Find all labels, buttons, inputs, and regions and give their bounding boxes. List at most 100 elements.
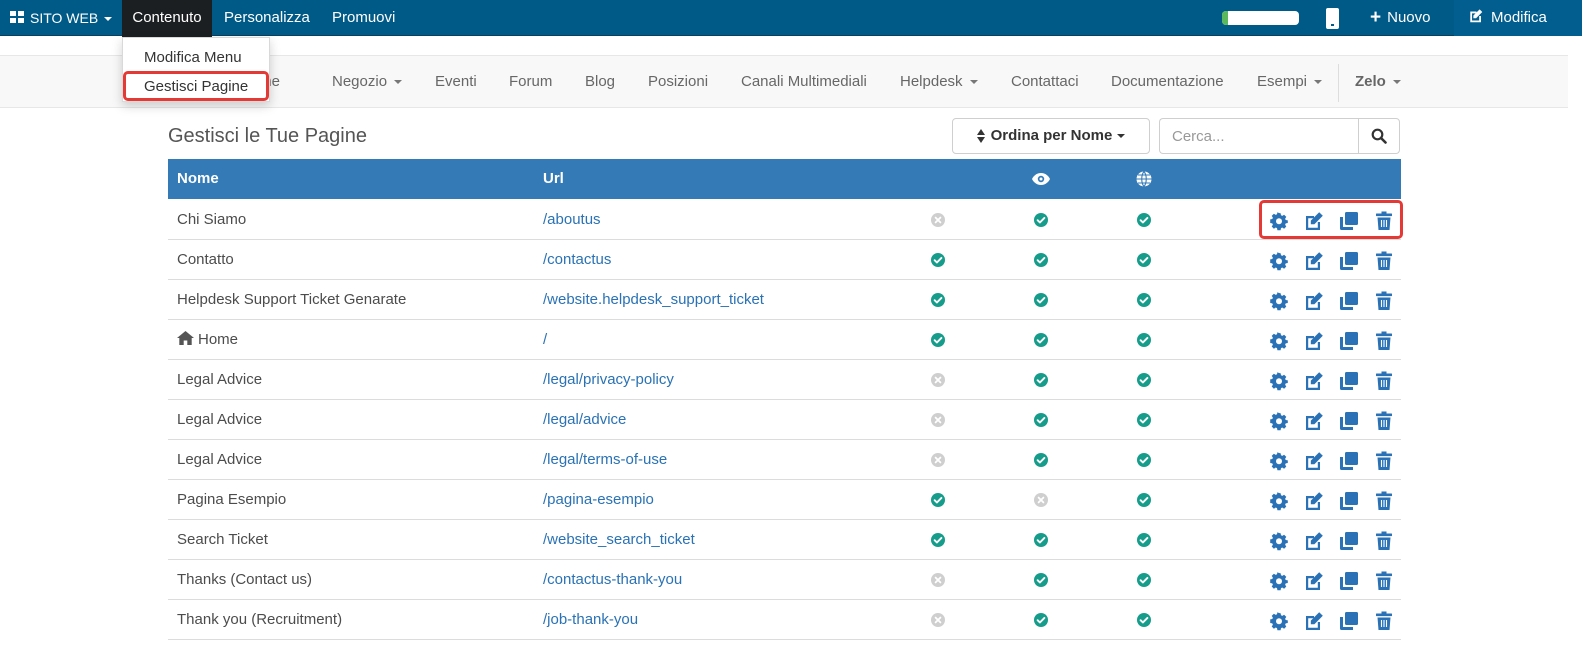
check-circle-icon[interactable] — [1034, 453, 1048, 467]
page-url-link[interactable]: /aboutus — [543, 200, 601, 239]
edit-icon[interactable] — [1303, 450, 1325, 472]
mobile-preview-icon[interactable] — [1326, 8, 1339, 29]
publish-toggle[interactable] — [1222, 11, 1299, 25]
trash-icon[interactable] — [1373, 410, 1395, 432]
edit-icon[interactable] — [1303, 290, 1325, 312]
page-url-link[interactable]: /contactus-thank-you — [543, 560, 682, 599]
nav-item-esempi[interactable]: Esempi — [1257, 56, 1323, 107]
gear-icon[interactable] — [1268, 330, 1290, 352]
copy-icon[interactable] — [1338, 530, 1360, 552]
edit-button[interactable]: Modifica — [1454, 0, 1582, 36]
check-circle-icon[interactable] — [931, 533, 945, 547]
x-circle-icon[interactable] — [931, 413, 945, 427]
copy-icon[interactable] — [1338, 490, 1360, 512]
gear-icon[interactable] — [1268, 450, 1290, 472]
trash-icon[interactable] — [1373, 530, 1395, 552]
copy-icon[interactable] — [1338, 450, 1360, 472]
edit-icon[interactable] — [1303, 570, 1325, 592]
new-button[interactable]: + Nuovo — [1370, 0, 1430, 36]
page-url-link[interactable]: /pagina-esempio — [543, 480, 654, 519]
check-circle-icon[interactable] — [931, 333, 945, 347]
trash-icon[interactable] — [1373, 610, 1395, 632]
nav-item-negozio[interactable]: Negozio — [332, 56, 403, 107]
check-circle-icon[interactable] — [931, 493, 945, 507]
copy-icon[interactable] — [1338, 570, 1360, 592]
trash-icon[interactable] — [1373, 490, 1395, 512]
gear-icon[interactable] — [1268, 290, 1290, 312]
page-url-link[interactable]: / — [543, 320, 547, 359]
gear-icon[interactable] — [1268, 370, 1290, 392]
trash-icon[interactable] — [1373, 290, 1395, 312]
check-circle-icon[interactable] — [1034, 373, 1048, 387]
gear-icon[interactable] — [1268, 530, 1290, 552]
column-header-nome[interactable]: Nome — [177, 159, 219, 199]
copy-icon[interactable] — [1338, 370, 1360, 392]
gear-icon[interactable] — [1268, 570, 1290, 592]
copy-icon[interactable] — [1338, 610, 1360, 632]
check-circle-icon[interactable] — [1034, 413, 1048, 427]
page-url-link[interactable]: /legal/terms-of-use — [543, 440, 667, 479]
edit-icon[interactable] — [1303, 490, 1325, 512]
copy-icon[interactable] — [1338, 250, 1360, 272]
nav-item-eventi[interactable]: Eventi — [435, 56, 477, 107]
check-circle-icon[interactable] — [1137, 493, 1151, 507]
check-circle-icon[interactable] — [1034, 533, 1048, 547]
edit-icon[interactable] — [1303, 250, 1325, 272]
edit-icon[interactable] — [1303, 610, 1325, 632]
page-url-link[interactable]: /legal/privacy-policy — [543, 360, 674, 399]
x-circle-icon[interactable] — [931, 573, 945, 587]
gear-icon[interactable] — [1268, 610, 1290, 632]
check-circle-icon[interactable] — [1137, 453, 1151, 467]
check-circle-icon[interactable] — [1034, 333, 1048, 347]
nav-item-helpdesk[interactable]: Helpdesk — [900, 56, 978, 107]
check-circle-icon[interactable] — [1034, 293, 1048, 307]
check-circle-icon[interactable] — [1137, 293, 1151, 307]
trash-icon[interactable] — [1373, 250, 1395, 272]
nav-item-forum[interactable]: Forum — [509, 56, 552, 107]
trash-icon[interactable] — [1373, 370, 1395, 392]
page-url-link[interactable]: /website_search_ticket — [543, 520, 695, 559]
check-circle-icon[interactable] — [1034, 213, 1048, 227]
nav-item-canali[interactable]: Canali Multimediali — [741, 56, 867, 107]
copy-icon[interactable] — [1338, 290, 1360, 312]
check-circle-icon[interactable] — [931, 253, 945, 267]
x-circle-icon[interactable] — [1034, 493, 1048, 507]
edit-icon[interactable] — [1303, 410, 1325, 432]
check-circle-icon[interactable] — [1137, 573, 1151, 587]
page-url-link[interactable]: /legal/advice — [543, 400, 626, 439]
trash-icon[interactable] — [1373, 570, 1395, 592]
check-circle-icon[interactable] — [1137, 333, 1151, 347]
check-circle-icon[interactable] — [1034, 253, 1048, 267]
search-button[interactable] — [1358, 118, 1400, 154]
page-url-link[interactable]: /job-thank-you — [543, 600, 638, 639]
nav-item-posizioni[interactable]: Posizioni — [648, 56, 708, 107]
nav-item-blog[interactable]: Blog — [585, 56, 615, 107]
check-circle-icon[interactable] — [1034, 613, 1048, 627]
x-circle-icon[interactable] — [931, 453, 945, 467]
nav-item-documentazione[interactable]: Documentazione — [1111, 56, 1224, 107]
check-circle-icon[interactable] — [1137, 373, 1151, 387]
check-circle-icon[interactable] — [931, 293, 945, 307]
page-url-link[interactable]: /contactus — [543, 240, 611, 279]
nav-item-contattaci[interactable]: Contattaci — [1011, 56, 1079, 107]
gear-icon[interactable] — [1268, 250, 1290, 272]
menu-item-modifica-menu[interactable]: Modifica Menu — [144, 49, 242, 66]
edit-icon[interactable] — [1303, 530, 1325, 552]
edit-icon[interactable] — [1303, 370, 1325, 392]
edit-icon[interactable] — [1303, 330, 1325, 352]
gear-icon[interactable] — [1268, 490, 1290, 512]
trash-icon[interactable] — [1373, 450, 1395, 472]
x-circle-icon[interactable] — [931, 213, 945, 227]
x-circle-icon[interactable] — [931, 373, 945, 387]
search-input[interactable] — [1159, 118, 1360, 154]
check-circle-icon[interactable] — [1137, 413, 1151, 427]
trash-icon[interactable] — [1373, 330, 1395, 352]
menu-contenuto[interactable]: Contenuto — [122, 0, 212, 37]
check-circle-icon[interactable] — [1137, 213, 1151, 227]
x-circle-icon[interactable] — [931, 613, 945, 627]
check-circle-icon[interactable] — [1137, 253, 1151, 267]
check-circle-icon[interactable] — [1137, 613, 1151, 627]
copy-icon[interactable] — [1338, 330, 1360, 352]
check-circle-icon[interactable] — [1137, 533, 1151, 547]
user-menu[interactable]: Zelo — [1355, 56, 1401, 107]
